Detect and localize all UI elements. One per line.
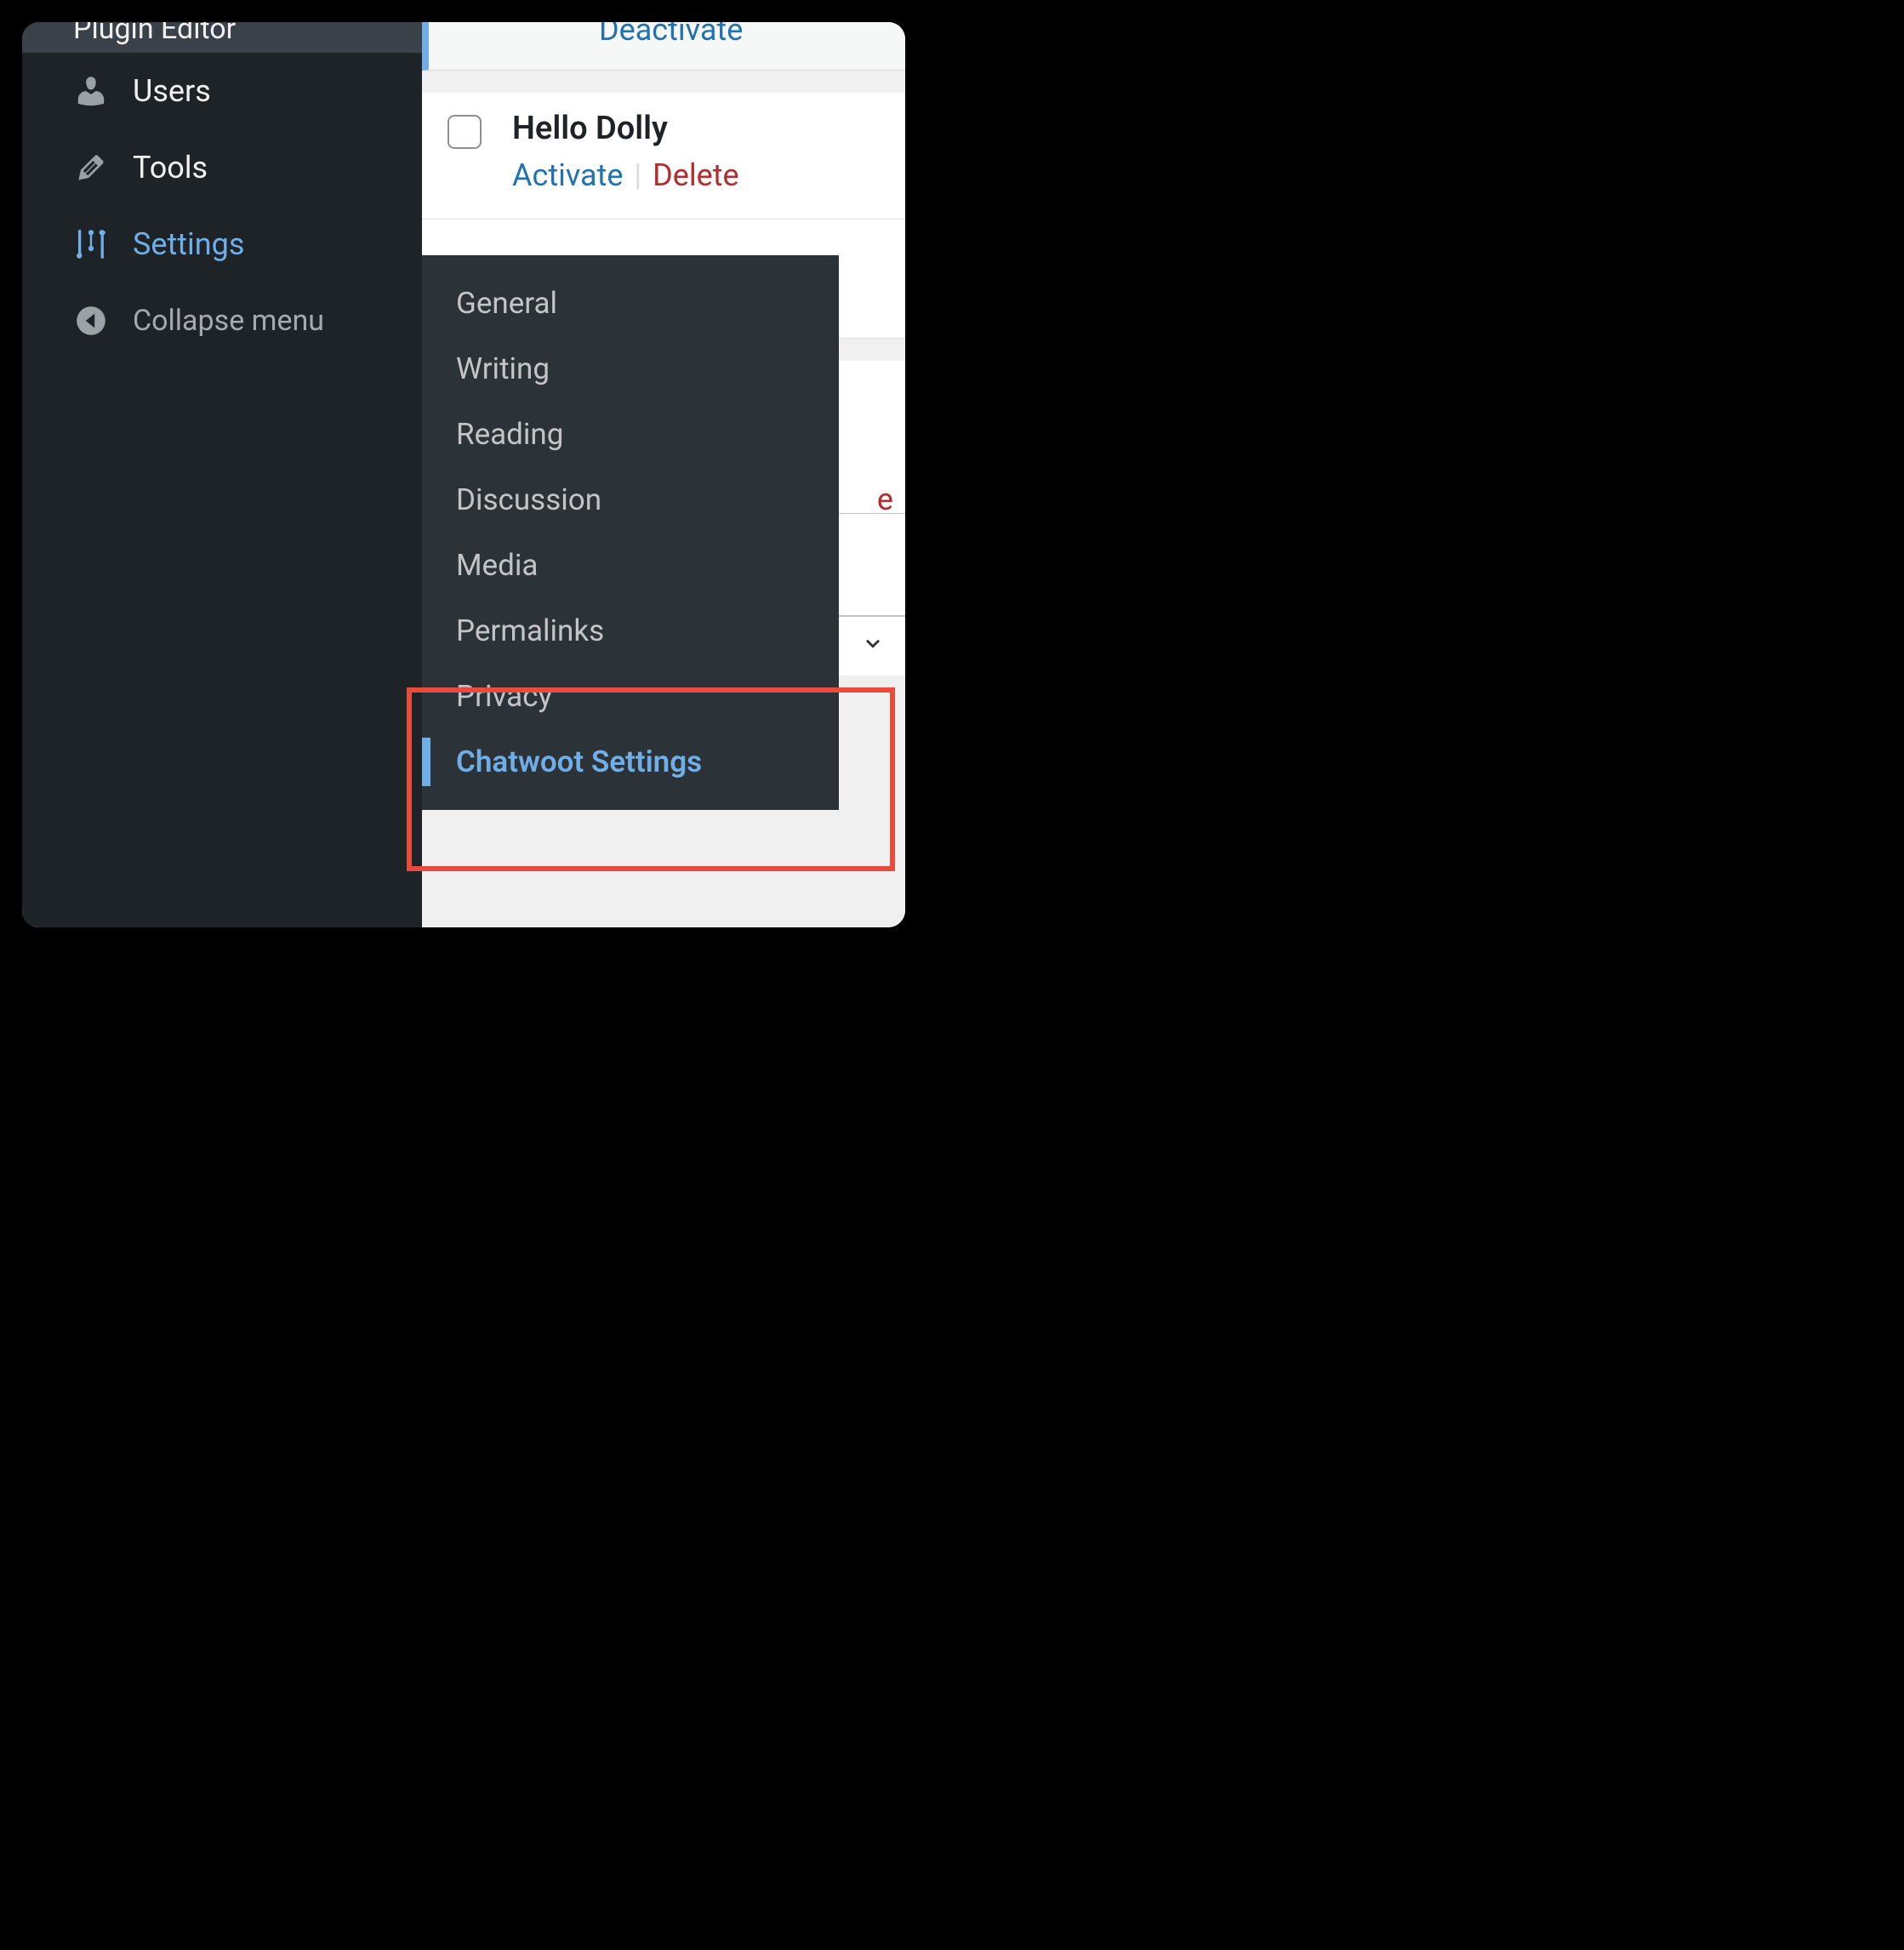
delete-link[interactable]: Delete [653, 157, 738, 193]
flyout-item-reading[interactable]: Reading [422, 402, 839, 467]
settings-icon [73, 226, 109, 262]
tools-icon [73, 150, 109, 185]
chevron-down-icon[interactable] [861, 632, 885, 659]
sidebar-item-label: Plugin Editor [73, 22, 236, 46]
plugin-row: Hello Dolly Activate | Delete [422, 93, 905, 220]
flyout-item-media[interactable]: Media [422, 533, 839, 598]
deactivate-link[interactable]: Deactivate [599, 22, 743, 48]
separator: | [634, 157, 641, 193]
row-gap [422, 71, 905, 93]
plugin-checkbox[interactable] [447, 115, 482, 149]
activate-link[interactable]: Activate [512, 157, 623, 193]
sidebar-item-collapse[interactable]: Collapse menu [22, 282, 422, 359]
sidebar-item-tools[interactable]: Tools [22, 129, 422, 206]
plugin-name: Hello Dolly [512, 110, 880, 147]
plugin-row: Deactivate [422, 22, 905, 71]
sidebar-item-label: Settings [133, 226, 244, 262]
sidebar-item-label: Users [133, 73, 211, 109]
admin-sidebar: Plugin Editor Users Tools Settings [22, 22, 422, 927]
partial-text: e [877, 482, 893, 517]
sidebar-item-users[interactable]: Users [22, 53, 422, 129]
flyout-item-discussion[interactable]: Discussion [422, 467, 839, 533]
settings-flyout: General Writing Reading Discussion Media… [422, 255, 839, 810]
sidebar-item-plugin-editor[interactable]: Plugin Editor [22, 22, 422, 53]
users-icon [73, 73, 109, 109]
flyout-item-privacy[interactable]: Privacy [422, 664, 839, 729]
sidebar-item-settings[interactable]: Settings [22, 206, 422, 282]
flyout-item-permalinks[interactable]: Permalinks [422, 598, 839, 664]
flyout-item-chatwoot-settings[interactable]: Chatwoot Settings [422, 729, 839, 795]
flyout-item-general[interactable]: General [422, 271, 839, 336]
sidebar-item-label: Collapse menu [133, 304, 324, 338]
collapse-icon [73, 303, 109, 339]
sidebar-item-label: Tools [133, 150, 208, 185]
flyout-item-writing[interactable]: Writing [422, 336, 839, 402]
